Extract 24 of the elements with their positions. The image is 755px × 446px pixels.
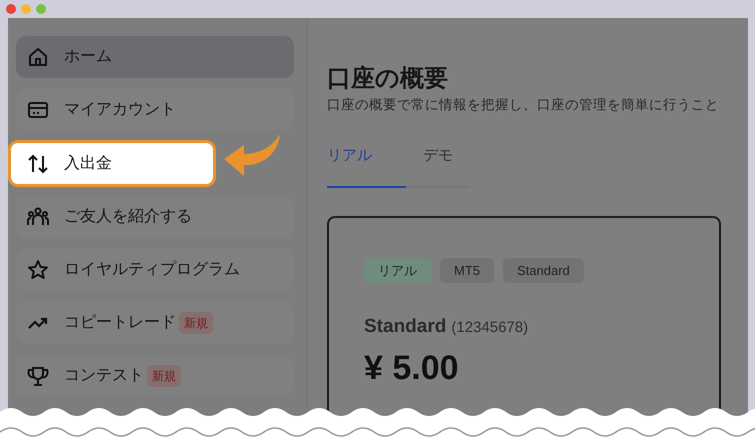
trophy-icon	[26, 364, 50, 388]
menu-label: ホーム	[64, 47, 112, 67]
page-subtitle: 口座の概要で常に情報を把握し、口座の管理を簡単に行うこと	[327, 96, 720, 114]
account-number: (12345678)	[451, 318, 528, 338]
menu-label: マイアカウント	[64, 100, 176, 120]
account-tag: Standard	[503, 258, 584, 284]
menu-label: コンテスト	[64, 366, 144, 386]
account-balance: ¥ 5.00	[364, 348, 460, 388]
new-badge: 新規	[147, 365, 181, 387]
menu-label: ロイヤルティプログラム	[64, 260, 240, 280]
menu-label: コピートレード	[64, 313, 176, 333]
sidebar-item[interactable]: 入出金	[8, 140, 216, 187]
account-tab[interactable]: リアル	[327, 145, 406, 188]
menu-label: 入出金	[64, 154, 112, 174]
account-tag: MT5	[440, 258, 494, 284]
home-icon	[26, 45, 50, 69]
account-tag: リアル	[364, 258, 431, 284]
page-title: 口座の概要	[327, 63, 449, 94]
star-icon	[26, 258, 50, 282]
new-badge: 新規	[179, 312, 213, 334]
menu-label: ご友人を紹介する	[64, 207, 192, 227]
sidebar-item[interactable]: ホーム	[16, 36, 294, 78]
account-tab[interactable]: デモ	[406, 145, 453, 188]
account-name: Standard	[364, 315, 446, 340]
